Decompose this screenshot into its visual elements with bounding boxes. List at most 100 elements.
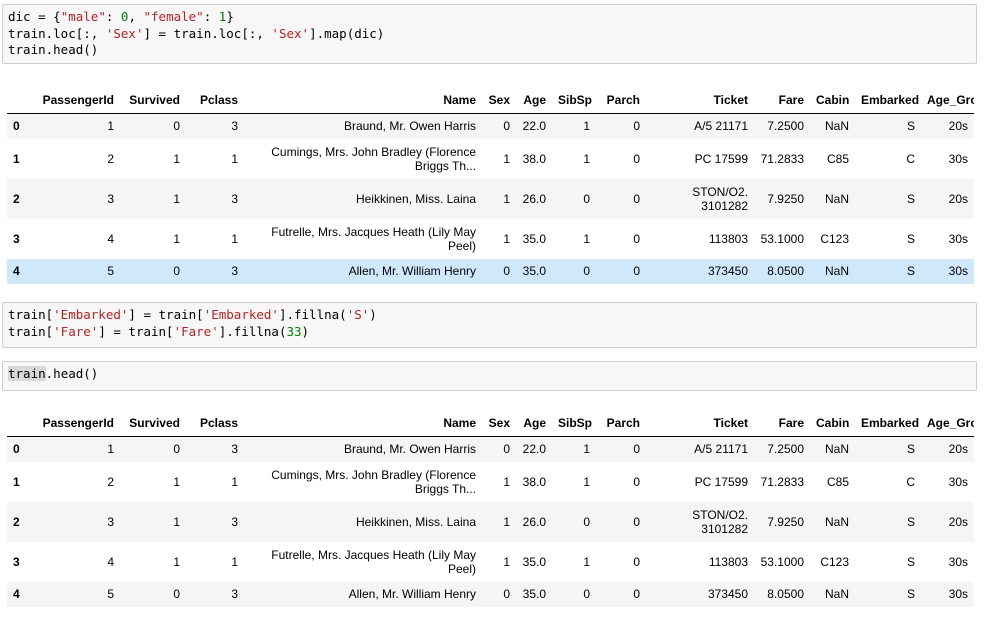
table-cell: 1 bbox=[107, 442, 114, 457]
code-string: 'Sex' bbox=[105, 25, 144, 41]
column-header bbox=[7, 409, 30, 437]
table-cell: 7.9250 bbox=[767, 191, 804, 206]
code-token: : bbox=[203, 9, 219, 24]
table-cell: S bbox=[906, 587, 915, 601]
table-cell: 53.1000 bbox=[760, 554, 804, 569]
table-header-row: PassengerId Survived Pclass Name Sex Age SibSp… bbox=[7, 86, 974, 114]
code-string: "male" bbox=[60, 9, 106, 24]
table-cell: 1 bbox=[231, 554, 238, 569]
table-cell: 38.0 bbox=[522, 151, 546, 166]
code-cell-map-sex[interactable]: dic = {"male": 0, "female": 1} train.loc… bbox=[2, 4, 977, 64]
table-cell: 0 bbox=[583, 514, 590, 529]
table-row: 0 1 0 3 Braund, Mr. Owen Harris 0 22.0 1 0 A/5 21… bbox=[7, 436, 974, 462]
table-cell: 8.0500 bbox=[767, 587, 804, 601]
table-row: 4 5 0 3 Allen, Mr. William Henry 0 35.0 0 0 37345… bbox=[7, 581, 974, 607]
column-header bbox=[7, 86, 30, 114]
table-cell: 1 bbox=[173, 474, 180, 489]
table-cell: 1 bbox=[503, 191, 510, 206]
table-cell: Braund, Mr. Owen Harris bbox=[343, 119, 476, 134]
table-cell: 1 bbox=[583, 151, 590, 166]
table-cell: 0 bbox=[633, 587, 640, 601]
code-token: ) bbox=[369, 307, 377, 322]
table-cell: 1 bbox=[107, 119, 114, 134]
code-string: 'Embarked' bbox=[53, 307, 129, 322]
table-cell: 1 bbox=[173, 514, 180, 529]
table-cell: 0 bbox=[583, 191, 590, 206]
table-cell: Cumings, Mrs. John Bradley (Florence Bri… bbox=[271, 144, 476, 173]
table-cell: 4 bbox=[107, 554, 114, 569]
table-cell: NaN bbox=[824, 191, 849, 206]
table-cell: 53.1000 bbox=[760, 231, 804, 246]
code-string: 'Sex' bbox=[271, 25, 310, 41]
row-index: 3 bbox=[13, 554, 20, 569]
table-cell: 0 bbox=[633, 514, 640, 529]
column-header: Parch bbox=[596, 86, 646, 114]
table-cell: 1 bbox=[503, 514, 510, 529]
row-index: 4 bbox=[13, 264, 20, 278]
code-token: } bbox=[226, 9, 234, 24]
table-row: 2 3 1 3 Heikkinen, Miss. Laina 1 26.0 0 0 STON/O2… bbox=[7, 178, 974, 219]
row-index: 1 bbox=[13, 151, 20, 166]
table-cell: 1 bbox=[503, 231, 510, 246]
code-cell-head[interactable]: train.head() bbox=[2, 361, 977, 391]
table-cell: 0 bbox=[633, 474, 640, 489]
table-cell: STON/O2. 3101282 bbox=[692, 507, 748, 536]
table-cell: 20s bbox=[948, 514, 968, 529]
table-cell: S bbox=[906, 119, 915, 134]
table-cell: 7.2500 bbox=[767, 119, 804, 134]
table-cell: 3 bbox=[107, 191, 114, 206]
table-cell: 30s bbox=[948, 264, 968, 278]
column-header: Survived bbox=[120, 409, 186, 437]
table-cell: 0 bbox=[173, 264, 180, 278]
table-cell: 26.0 bbox=[522, 191, 546, 206]
table-cell: PC 17599 bbox=[694, 474, 748, 489]
code-string: 'S' bbox=[346, 307, 370, 322]
table-cell: 2 bbox=[107, 474, 114, 489]
column-header: SibSp bbox=[552, 409, 596, 437]
table-cell: 7.9250 bbox=[767, 514, 804, 529]
table-cell: 1 bbox=[503, 151, 510, 166]
table-cell: 0 bbox=[503, 587, 510, 601]
table-cell: 30s bbox=[948, 151, 968, 166]
table-cell: 1 bbox=[583, 474, 590, 489]
table-cell: 0 bbox=[503, 119, 510, 134]
column-header: Embarked bbox=[855, 409, 921, 437]
table-cell: 0 bbox=[173, 119, 180, 134]
table-cell: 0 bbox=[633, 264, 640, 278]
table-cell: PC 17599 bbox=[694, 151, 748, 166]
column-header: Name bbox=[244, 409, 482, 437]
code-token: ].map(dic) bbox=[309, 25, 385, 41]
table-cell: C85 bbox=[826, 151, 849, 166]
column-header: Sex bbox=[482, 86, 516, 114]
code-token: train.loc[:, bbox=[8, 25, 106, 41]
table-cell: S bbox=[906, 264, 915, 278]
table-cell: Heikkinen, Miss. Laina bbox=[355, 191, 476, 206]
column-header: Ticket bbox=[646, 86, 754, 114]
column-header: Fare bbox=[754, 409, 810, 437]
code-string: 'Fare' bbox=[53, 323, 99, 339]
table-cell: NaN bbox=[824, 119, 849, 134]
table-cell: 71.2833 bbox=[760, 474, 804, 489]
table-cell: 5 bbox=[107, 264, 114, 278]
table-cell: 26.0 bbox=[522, 514, 546, 529]
table-row: 4 5 0 3 Allen, Mr. William Henry 0 35.0 0 0 37345… bbox=[7, 258, 974, 284]
table-cell: 0 bbox=[503, 442, 510, 457]
table-cell: 0 bbox=[503, 264, 510, 278]
column-header: SibSp bbox=[552, 86, 596, 114]
table-cell: 71.2833 bbox=[760, 151, 804, 166]
table-cell: A/5 21171 bbox=[694, 119, 748, 134]
table-cell: 22.0 bbox=[522, 442, 546, 457]
table-cell: 1 bbox=[583, 231, 590, 246]
code-token: , bbox=[128, 9, 144, 24]
code-cell-fillna[interactable]: train['Embarked'] = train['Embarked'].fi… bbox=[2, 302, 977, 348]
column-header: Ticket bbox=[646, 409, 754, 437]
table-cell: 1 bbox=[173, 554, 180, 569]
table-cell: 35.0 bbox=[522, 554, 546, 569]
table-cell: 0 bbox=[633, 151, 640, 166]
column-header: Cabin bbox=[810, 409, 855, 437]
table-cell: 30s bbox=[948, 587, 968, 601]
table-cell: Heikkinen, Miss. Laina bbox=[355, 514, 476, 529]
table-cell: Futrelle, Mrs. Jacques Heath (Lily May P… bbox=[271, 224, 476, 253]
row-index: 3 bbox=[13, 231, 20, 246]
table-cell: 0 bbox=[173, 442, 180, 457]
